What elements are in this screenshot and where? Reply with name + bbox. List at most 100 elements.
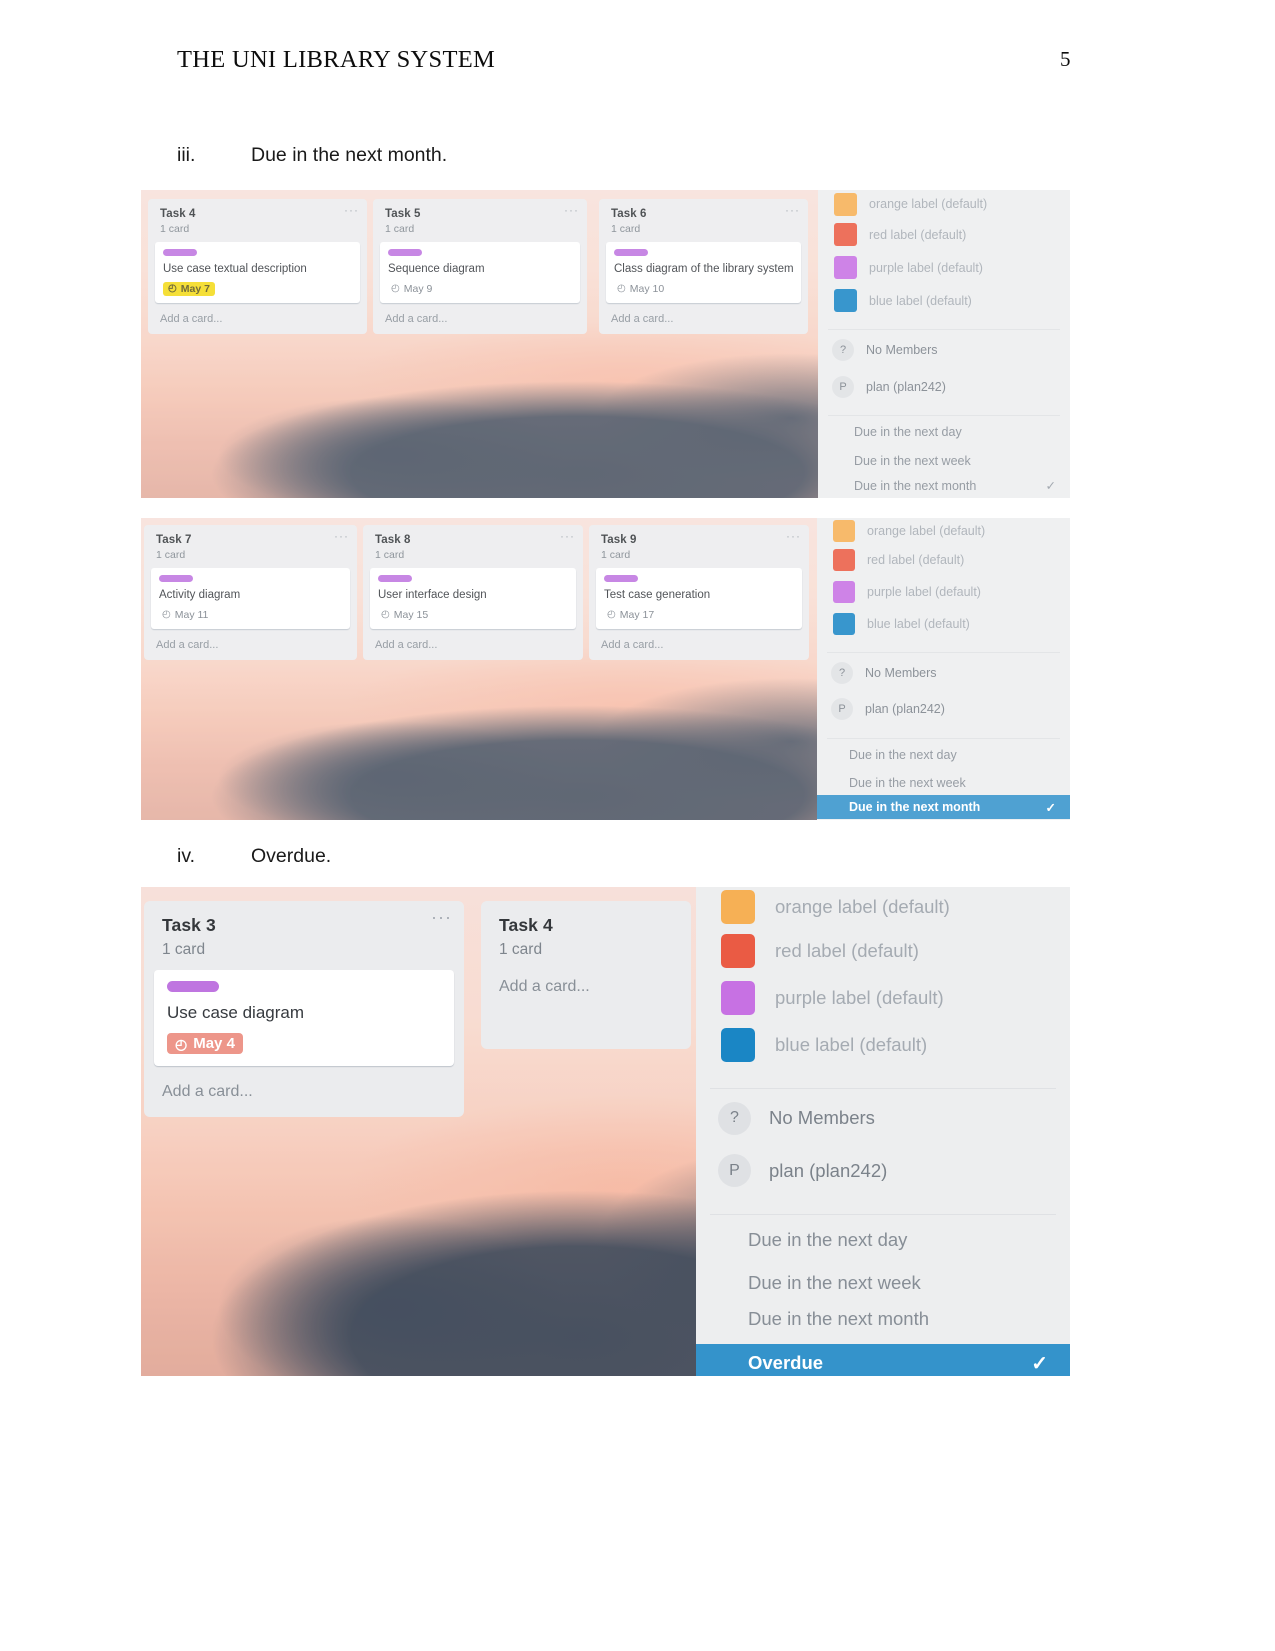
filter-member-no-members[interactable]: ? No Members [818, 330, 1070, 370]
card[interactable]: Test case generation ◴ May 17 [596, 568, 802, 629]
list-title: Task 9 [601, 534, 637, 546]
card-due-badge[interactable]: ◴ May 4 [167, 1033, 243, 1055]
card-due-date: May 9 [403, 282, 433, 295]
card-due-badge[interactable]: ◴ May 17 [604, 608, 657, 622]
card[interactable]: User interface design ◴ May 15 [370, 568, 576, 629]
filter-due-next-month[interactable]: Due in the next month ✓ [818, 473, 1070, 498]
list-menu-icon[interactable]: ··· [564, 204, 579, 216]
list-card-count: 1 card [162, 941, 206, 958]
filter-label-purple[interactable]: purple label (default) [696, 974, 1070, 1021]
card[interactable]: Use case diagram ◴ May 4 [154, 970, 454, 1067]
filter-label-name: blue label (default) [867, 617, 970, 631]
filter-label-blue[interactable]: blue label (default) [817, 608, 1070, 640]
filter-popover[interactable]: orange label (default) red label (defaul… [818, 190, 1070, 498]
list-column-task-9[interactable]: Task 9 1 card ··· Test case generation ◴… [589, 525, 809, 660]
add-a-card-button[interactable]: Add a card... [373, 303, 587, 334]
filter-label-orange[interactable]: orange label (default) [696, 887, 1070, 927]
filter-due-next-week[interactable]: Due in the next week [817, 771, 1070, 795]
card[interactable]: Class diagram of the library system ◴ Ma… [606, 242, 801, 303]
add-a-card-button[interactable]: Add a card... [589, 629, 809, 660]
filter-due-next-day[interactable]: Due in the next day [817, 739, 1070, 771]
list-column-task-3[interactable]: Task 3 1 card ··· Use case diagram ◴ May… [144, 901, 464, 1118]
card-due-date: May 15 [393, 608, 429, 621]
filter-label-red[interactable]: red label (default) [817, 544, 1070, 576]
filter-member-plan[interactable]: P plan (plan242) [696, 1147, 1070, 1194]
filter-label-name: blue label (default) [775, 1033, 928, 1055]
color-swatch-icon [834, 289, 857, 312]
list-menu-icon[interactable]: ··· [560, 530, 575, 542]
card-label-purple-icon [388, 249, 422, 256]
filter-label-purple[interactable]: purple label (default) [818, 251, 1070, 284]
add-a-card-button[interactable]: Add a card... [144, 629, 357, 660]
add-a-card-button[interactable]: Add a card... [363, 629, 583, 660]
filter-label-red[interactable]: red label (default) [818, 218, 1070, 251]
card[interactable]: Activity diagram ◴ May 11 [151, 568, 350, 629]
card-due-date: May 4 [193, 1035, 235, 1053]
card-due-badge[interactable]: ◴ May 11 [159, 608, 211, 622]
add-a-card-button[interactable]: Add a card... [148, 303, 367, 334]
list-column-task-7[interactable]: Task 7 1 card ··· Activity diagram ◴ May… [144, 525, 357, 660]
filter-due-next-month[interactable]: Due in the next month [696, 1301, 1070, 1337]
add-a-card-button[interactable]: Add a card... [481, 959, 691, 1012]
card-due-date: May 17 [619, 608, 655, 621]
filter-popover[interactable]: orange label (default) red label (defaul… [696, 887, 1070, 1376]
filter-due-next-week[interactable]: Due in the next week [818, 448, 1070, 473]
list-column-task-4[interactable]: Task 4 1 card ··· Use case textual descr… [148, 199, 367, 334]
filter-label-blue[interactable]: blue label (default) [818, 284, 1070, 317]
clock-icon: ◴ [168, 282, 177, 294]
list-header: Task 5 1 card ··· [373, 199, 587, 235]
filter-due-next-day[interactable]: Due in the next day [696, 1215, 1070, 1265]
filter-label-name: purple label (default) [869, 260, 983, 275]
check-icon: ✓ [1031, 1352, 1048, 1375]
add-a-card-button[interactable]: Add a card... [599, 303, 808, 334]
list-menu-icon[interactable]: ··· [334, 530, 349, 542]
filter-popover[interactable]: orange label (default) red label (defaul… [817, 518, 1070, 820]
card-due-badge[interactable]: ◴ May 7 [163, 281, 215, 296]
card-due-badge[interactable]: ◴ May 9 [388, 282, 435, 296]
color-swatch-icon [721, 933, 755, 968]
list-column-task-8[interactable]: Task 8 1 card ··· User interface design … [363, 525, 583, 660]
filter-due-label: Due in the next week [849, 776, 966, 790]
filter-due-next-week[interactable]: Due in the next week [696, 1265, 1070, 1301]
filter-due-next-month[interactable]: Due in the next month ✓ [817, 795, 1070, 819]
screenshot-due-next-month-top: Task 4 1 card ··· Use case textual descr… [141, 190, 1070, 498]
filter-label-purple[interactable]: purple label (default) [817, 576, 1070, 608]
page-number: 5 [1060, 47, 1071, 71]
list-card-count: 1 card [499, 941, 543, 958]
card[interactable]: Use case textual description ◴ May 7 [155, 242, 360, 303]
list-menu-icon[interactable]: ··· [344, 204, 359, 216]
card-label-purple-icon [378, 575, 412, 582]
filter-label-red[interactable]: red label (default) [696, 927, 1070, 974]
list-column-task-5[interactable]: Task 5 1 card ··· Sequence diagram ◴ May… [373, 199, 587, 334]
filter-label-blue[interactable]: blue label (default) [696, 1021, 1070, 1068]
list-column-task-4[interactable]: Task 4 1 card Add a card... [481, 901, 691, 1049]
list-column-task-6[interactable]: Task 6 1 card ··· Class diagram of the l… [599, 199, 808, 334]
list-menu-icon[interactable]: ··· [431, 908, 452, 926]
card-due-badge[interactable]: ◴ May 10 [614, 282, 667, 296]
filter-label-name: red label (default) [775, 939, 919, 961]
avatar: P [832, 375, 854, 398]
filter-member-no-members[interactable]: ? No Members [817, 653, 1070, 693]
color-swatch-icon [721, 890, 755, 924]
card-due-badge[interactable]: ◴ May 15 [378, 608, 431, 622]
filter-member-plan[interactable]: P plan (plan242) [817, 693, 1070, 725]
list-title: Task 5 [385, 208, 421, 220]
filter-member-plan[interactable]: P plan (plan242) [818, 370, 1070, 403]
card-label-purple-icon [159, 575, 193, 582]
card[interactable]: Sequence diagram ◴ May 9 [380, 242, 580, 303]
filter-due-next-day[interactable]: Due in the next day [818, 416, 1070, 448]
add-a-card-button[interactable]: Add a card... [144, 1066, 464, 1117]
list-menu-icon[interactable]: ··· [785, 204, 800, 216]
card-label-purple-icon [167, 981, 219, 992]
color-swatch-icon [834, 192, 857, 216]
list-menu-icon[interactable]: ··· [786, 530, 801, 542]
filter-member-name: No Members [866, 343, 938, 357]
color-swatch-icon [833, 520, 855, 542]
filter-label-name: orange label (default) [869, 197, 988, 211]
avatar: ? [831, 662, 853, 684]
filter-label-orange[interactable]: orange label (default) [817, 518, 1070, 544]
filter-member-no-members[interactable]: ? No Members [696, 1089, 1070, 1147]
filter-due-label: Due in the next day [748, 1229, 908, 1250]
filter-due-overdue[interactable]: Overdue ✓ [696, 1344, 1070, 1376]
filter-label-orange[interactable]: orange label (default) [818, 190, 1070, 218]
